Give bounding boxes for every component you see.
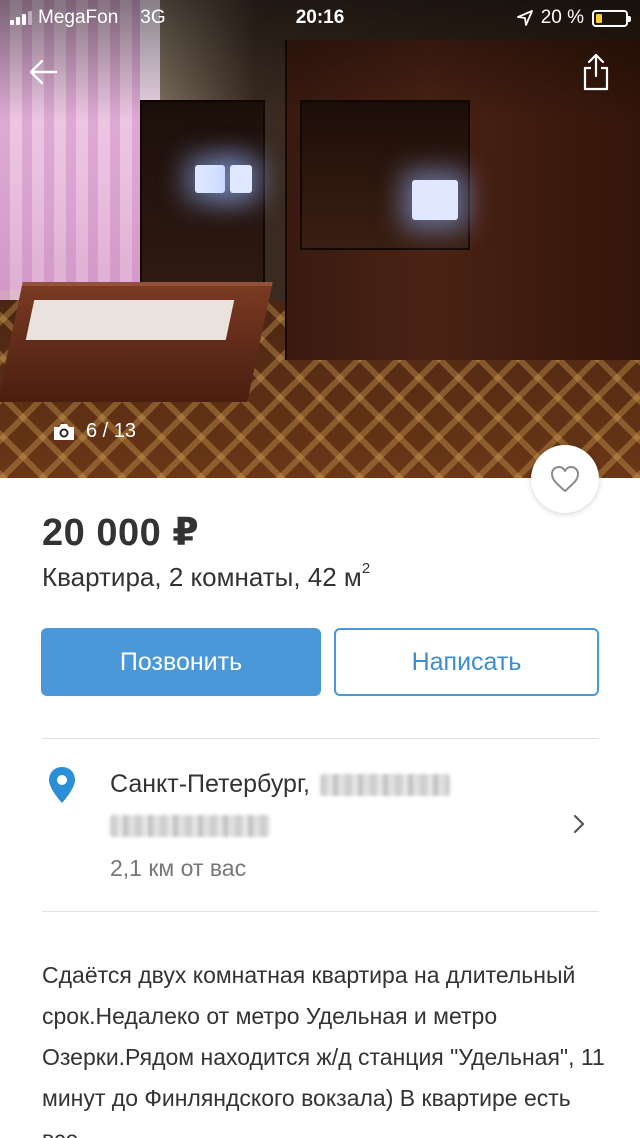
heart-icon xyxy=(551,466,579,492)
photo-tv xyxy=(412,180,458,220)
chevron-right-icon[interactable] xyxy=(571,812,587,836)
divider xyxy=(42,911,599,912)
divider xyxy=(42,738,599,739)
listing-photo[interactable]: MegaFon 3G 20:16 20 % 6 / 13 xyxy=(0,0,640,478)
address-city: Санкт-Петербург, xyxy=(110,770,310,798)
map-pin-icon xyxy=(49,767,75,803)
address-house-redacted xyxy=(110,815,270,837)
listing-title-superscript: 2 xyxy=(361,560,371,577)
share-icon[interactable] xyxy=(580,52,612,92)
address-line[interactable]: Санкт-Петербург, xyxy=(110,770,450,799)
listing-description: Сдаётся двух комнатная квартира на длите… xyxy=(42,962,605,1138)
battery-icon xyxy=(592,9,631,27)
listing-price: 20 000 ₽ xyxy=(42,512,200,554)
photo-reflection xyxy=(195,165,225,193)
photo-counter: 6 / 13 xyxy=(52,420,136,443)
photo-shelf xyxy=(300,100,470,250)
battery-percent: 20 % xyxy=(540,7,584,28)
camera-icon xyxy=(54,423,74,440)
listing-title-text: Квартира, 2 комнаты, 42 м xyxy=(42,562,362,592)
address-street-redacted xyxy=(319,773,450,796)
back-arrow-icon[interactable] xyxy=(26,54,62,90)
photo-glass-cabinet xyxy=(140,100,265,290)
call-button[interactable]: Позвонить xyxy=(41,628,321,696)
listing-title: Квартира, 2 комнаты, 42 м2 xyxy=(42,560,371,593)
address-distance: 2,1 км от вас xyxy=(110,855,247,881)
write-button[interactable]: Написать xyxy=(334,628,599,696)
address-line-2 xyxy=(110,815,270,837)
photo-counter-text: 6 / 13 xyxy=(86,420,137,442)
status-right: 20 % xyxy=(516,7,631,29)
location-arrow-icon xyxy=(516,10,533,26)
photo-paper xyxy=(25,300,235,340)
status-bar: MegaFon 3G 20:16 20 % xyxy=(0,0,640,36)
favorite-button[interactable] xyxy=(531,445,599,513)
photo-reflection xyxy=(230,165,252,193)
battery-fill xyxy=(596,13,602,23)
